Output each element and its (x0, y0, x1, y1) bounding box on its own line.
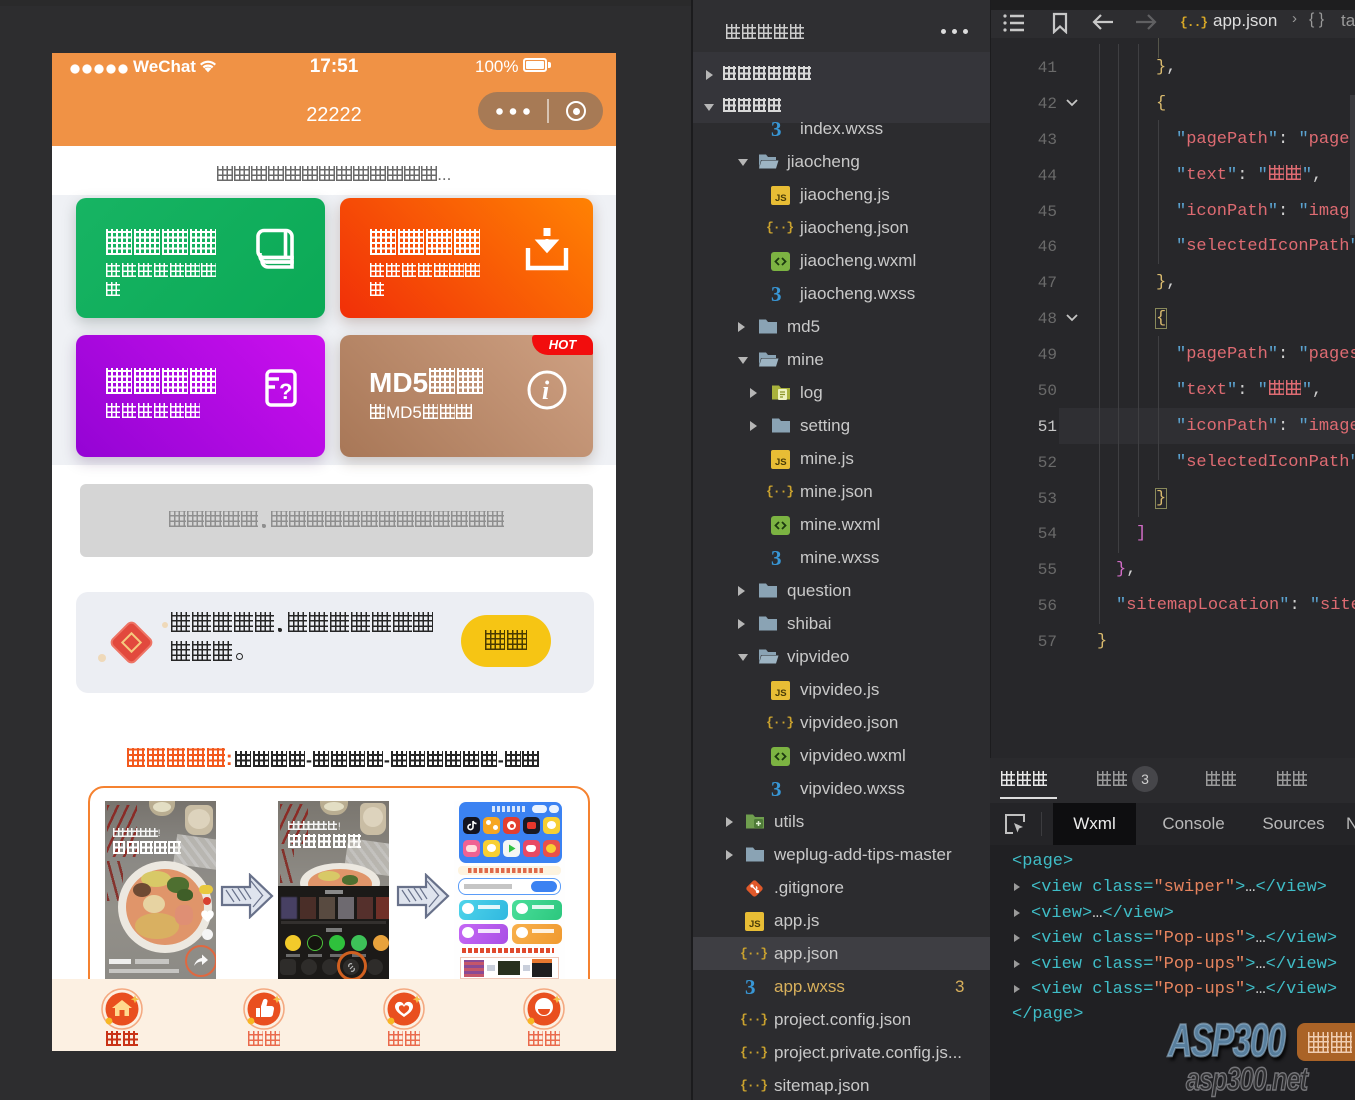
svg-text:?: ? (279, 379, 292, 404)
svg-text:JS: JS (775, 193, 787, 204)
svg-text:JS: JS (749, 919, 761, 930)
svg-text:JS: JS (775, 457, 787, 468)
svg-text:i: i (542, 376, 550, 405)
svg-text:JS: JS (775, 688, 787, 699)
